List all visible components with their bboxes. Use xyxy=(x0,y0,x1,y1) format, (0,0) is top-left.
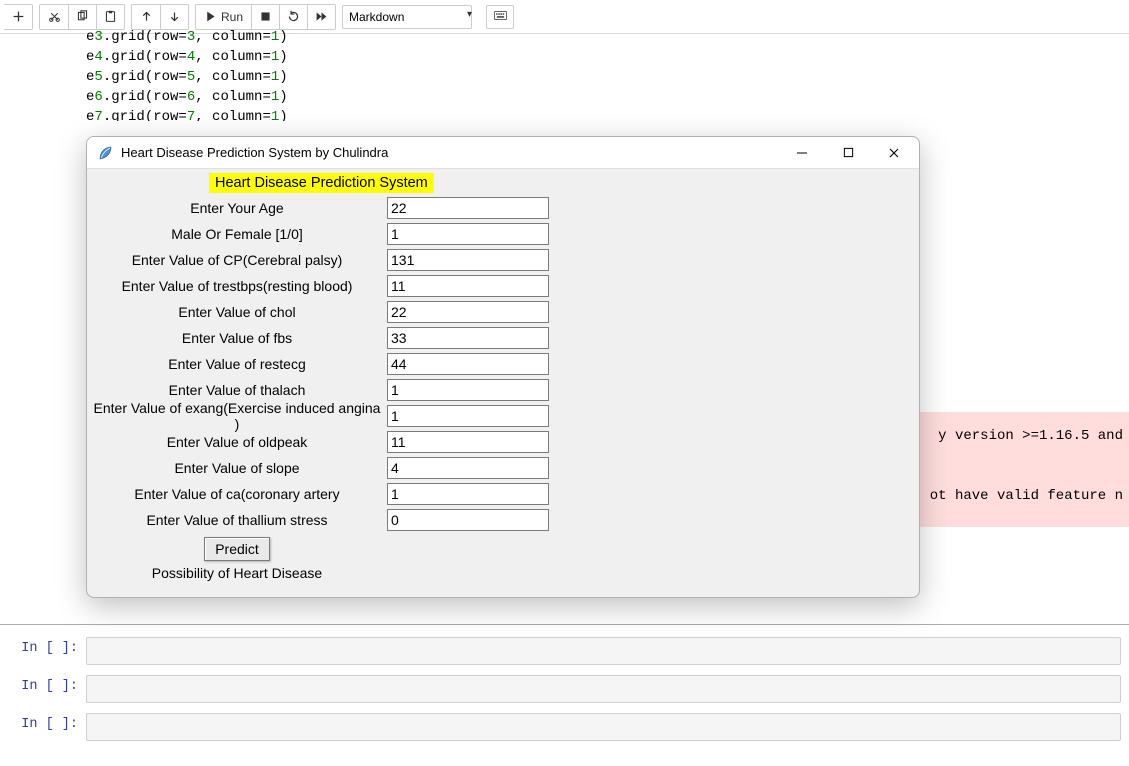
cell-prompt: In [ ]: xyxy=(8,637,86,665)
tk-field-label: Enter Value of oldpeak xyxy=(87,429,387,455)
tk-predict-row: Predict xyxy=(87,533,387,563)
tk-window-controls xyxy=(779,137,917,169)
paste-icon xyxy=(104,10,117,23)
code-line: e7.grid(row=7, column=1) xyxy=(86,107,1119,121)
tk-field-input[interactable] xyxy=(387,275,549,297)
tk-field-label: Enter Value of trestbps(resting blood) xyxy=(87,273,387,299)
insert-cell-button[interactable] xyxy=(4,5,32,29)
input-cell[interactable]: In [ ]: xyxy=(8,713,1121,741)
tk-field-input[interactable] xyxy=(387,197,549,219)
cell-prompt: In [ ]: xyxy=(8,675,86,703)
close-icon xyxy=(888,147,900,159)
command-palette-button[interactable] xyxy=(486,5,514,29)
arrow-up-icon xyxy=(140,10,153,23)
tk-field-label: Enter Value of fbs xyxy=(87,325,387,351)
tk-field-label: Enter Value of chol xyxy=(87,299,387,325)
cell-separator xyxy=(0,624,1129,625)
visible-code-fragment: e3.grid(row=3, column=1)e4.grid(row=4, c… xyxy=(0,34,1129,125)
tk-body: Heart Disease Prediction System Enter Yo… xyxy=(87,169,919,589)
input-cell[interactable]: In [ ]: xyxy=(8,637,1121,665)
fast-forward-icon xyxy=(315,10,328,23)
maximize-icon xyxy=(843,147,854,158)
code-line: e4.grid(row=4, column=1) xyxy=(86,47,1119,67)
tk-field-input[interactable] xyxy=(387,353,549,375)
copy-button[interactable] xyxy=(68,5,96,29)
toolbar-run-group: Run xyxy=(195,4,336,30)
restart-icon xyxy=(287,10,300,23)
cut-button[interactable] xyxy=(40,5,68,29)
cell-prompt: In [ ]: xyxy=(8,713,86,741)
toolbar-edit-group xyxy=(39,4,125,30)
tk-field-input[interactable] xyxy=(387,249,549,271)
tk-field-input[interactable] xyxy=(387,405,549,427)
tk-field-input[interactable] xyxy=(387,223,549,245)
arrow-down-icon xyxy=(168,10,181,23)
tk-field-label: Enter Value of exang(Exercise induced an… xyxy=(87,403,387,429)
tk-field-label: Enter Value of ca(coronary artery xyxy=(87,481,387,507)
tk-field-input[interactable] xyxy=(387,431,549,453)
stop-icon xyxy=(259,10,272,23)
code-line: e5.grid(row=5, column=1) xyxy=(86,67,1119,87)
tk-field-input[interactable] xyxy=(387,379,549,401)
run-button-label: Run xyxy=(221,10,243,24)
restart-button[interactable] xyxy=(279,5,307,29)
toolbar-move-group xyxy=(131,4,189,30)
minimize-icon xyxy=(796,147,808,159)
toolbar-save-group xyxy=(4,4,33,30)
minimize-button[interactable] xyxy=(779,137,825,169)
tk-field-label: Enter Value of CP(Cerebral palsy) xyxy=(87,247,387,273)
tk-field-label: Male Or Female [1/0] xyxy=(87,221,387,247)
maximize-button[interactable] xyxy=(825,137,871,169)
tk-window-title: Heart Disease Prediction System by Chuli… xyxy=(121,145,779,160)
tk-titlebar[interactable]: Heart Disease Prediction System by Chuli… xyxy=(87,137,919,169)
code-input-area[interactable] xyxy=(86,637,1121,665)
tk-field-label: Enter Value of slope xyxy=(87,455,387,481)
move-down-button[interactable] xyxy=(160,5,188,29)
plus-icon xyxy=(12,10,25,23)
code-line: e6.grid(row=6, column=1) xyxy=(86,87,1119,107)
move-up-button[interactable] xyxy=(132,5,160,29)
warning-line-2: ot have valid feature n xyxy=(930,486,1123,506)
tk-field-input[interactable] xyxy=(387,301,549,323)
cut-icon xyxy=(48,10,61,23)
tk-result-label: Possibility of Heart Disease xyxy=(87,563,387,583)
cell-type-select[interactable]: Markdown xyxy=(342,5,472,29)
tk-field-label: Enter Value of restecg xyxy=(87,351,387,377)
tk-heading: Heart Disease Prediction System xyxy=(209,173,434,193)
tk-field-input[interactable] xyxy=(387,483,549,505)
tkinter-window: Heart Disease Prediction System by Chuli… xyxy=(86,136,920,598)
tk-field-label: Enter Your Age xyxy=(87,195,387,221)
empty-cells-region: In [ ]: In [ ]: In [ ]: xyxy=(0,624,1129,751)
copy-icon xyxy=(76,10,89,23)
warning-line-1: y version >=1.16.5 and xyxy=(938,426,1123,446)
tk-field-input[interactable] xyxy=(387,327,549,349)
tk-feather-icon xyxy=(97,145,113,161)
restart-run-all-button[interactable] xyxy=(307,5,335,29)
code-line: e3.grid(row=3, column=1) xyxy=(86,27,1119,47)
tk-field-label: Enter Value of thallium stress xyxy=(87,507,387,533)
tk-field-input[interactable] xyxy=(387,457,549,479)
keyboard-icon xyxy=(494,9,507,25)
tk-field-input[interactable] xyxy=(387,509,549,531)
run-button[interactable]: Run xyxy=(196,5,251,29)
code-input-area[interactable] xyxy=(86,713,1121,741)
input-cell[interactable]: In [ ]: xyxy=(8,675,1121,703)
cell-type-select-wrap: Markdown xyxy=(342,5,478,29)
code-input-area[interactable] xyxy=(86,675,1121,703)
predict-button[interactable]: Predict xyxy=(204,537,270,561)
paste-button[interactable] xyxy=(96,5,124,29)
play-icon xyxy=(204,10,217,23)
tk-form-grid: Enter Your AgeMale Or Female [1/0]Enter … xyxy=(87,195,919,583)
close-button[interactable] xyxy=(871,137,917,169)
interrupt-button[interactable] xyxy=(251,5,279,29)
